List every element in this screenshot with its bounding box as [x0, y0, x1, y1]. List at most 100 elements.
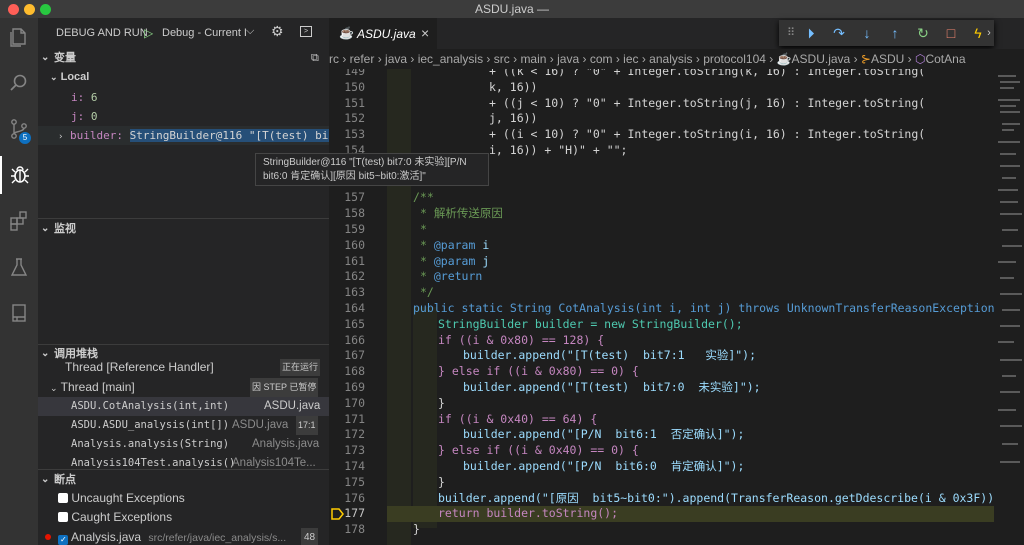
- javadoc-tag: @param: [433, 253, 476, 268]
- tab-label: ASDU.java: [357, 27, 416, 41]
- breakpoint-row[interactable]: Uncaught Exceptions: [38, 489, 329, 508]
- breakpoint-dot-icon: [45, 534, 51, 540]
- line-number: 162: [344, 269, 365, 284]
- frame-method: Analysis104Test.analysis(): [71, 457, 236, 468]
- breadcrumb-item[interactable]: ASDU: [871, 52, 904, 66]
- breadcrumb-item[interactable]: iec_analysis: [418, 52, 483, 66]
- chevron-down-icon[interactable]: ⌵: [246, 25, 254, 38]
- line-number: 171: [344, 411, 365, 426]
- debug-icon[interactable]: [0, 156, 38, 194]
- checkbox[interactable]: [58, 512, 68, 522]
- files-icon[interactable]: [0, 18, 38, 56]
- code-line: }: [438, 395, 445, 410]
- stack-frame[interactable]: ASDU.CotAnalysis(int,int) ASDU.java: [38, 397, 329, 416]
- debug-toolbar: ⠿ ⏵ ↷ ↓ ↑ ↻ □ ϟ ›: [779, 20, 994, 46]
- line-number: 168: [344, 364, 365, 379]
- stack-frame[interactable]: ASDU.ASDU_analysis(int[]) ASDU.java 17:1: [38, 416, 329, 435]
- search-icon[interactable]: [0, 64, 38, 102]
- thread-row[interactable]: ⌄ Thread [main] 因 STEP 已暂停: [38, 378, 329, 397]
- code-line: builder.append("[P/N bit6:1 否定确认]");: [463, 427, 745, 442]
- minimize-window-button[interactable]: [24, 4, 35, 15]
- activity-bar: 5: [0, 18, 38, 545]
- close-icon[interactable]: ×: [421, 25, 429, 41]
- breadcrumb-item[interactable]: rc: [329, 52, 339, 66]
- chevron-down-icon: ⌄: [41, 474, 50, 485]
- thread-state: 正在运行: [280, 359, 321, 376]
- step-into-icon[interactable]: ↓: [857, 23, 877, 43]
- flask-icon[interactable]: [0, 248, 38, 286]
- code-line: return builder.toString();: [438, 506, 619, 521]
- thread-row[interactable]: Thread [Reference Handler] 正在运行: [38, 359, 329, 376]
- line-number: 161: [344, 253, 365, 268]
- variable-row[interactable]: i: 6: [38, 88, 329, 107]
- minimap[interactable]: [994, 69, 1024, 545]
- current-statement-arrow-icon: [331, 508, 344, 520]
- breadcrumb-item[interactable]: src: [494, 52, 510, 66]
- chevron-right-icon[interactable]: ›: [984, 23, 994, 43]
- chevron-down-icon: ⌄: [41, 52, 50, 63]
- line-number: 164: [344, 301, 365, 315]
- tab-asdu-java[interactable]: ☕ ASDU.java ×: [329, 18, 437, 49]
- gear-icon[interactable]: ⚙: [271, 23, 284, 40]
- book-icon[interactable]: [0, 294, 38, 332]
- stop-icon[interactable]: □: [941, 23, 961, 43]
- variable-row[interactable]: › builder: StringBuilder@116 "[T(test) b…: [38, 126, 329, 145]
- breadcrumb-item[interactable]: CotAna: [925, 52, 965, 66]
- breakpoint-row[interactable]: ✓ Analysis.java src/refer/java/iec_analy…: [38, 528, 329, 545]
- checkbox[interactable]: [58, 493, 68, 503]
- close-window-button[interactable]: [8, 4, 19, 15]
- window-title: ASDU.java —: [474, 2, 550, 16]
- breadcrumb-item[interactable]: java: [385, 52, 407, 66]
- restart-icon[interactable]: ↻: [913, 23, 933, 43]
- breadcrumb-item[interactable]: refer: [350, 52, 375, 66]
- continue-icon[interactable]: ⏵: [801, 23, 821, 43]
- variable-name: j:: [71, 110, 85, 123]
- indent-guide: [387, 69, 411, 545]
- line-number: 163: [344, 285, 365, 300]
- code-line: */: [420, 285, 434, 300]
- line-number: 151: [344, 95, 365, 110]
- debug-config-select[interactable]: Debug - Current I: [162, 27, 247, 39]
- step-out-icon[interactable]: ↑: [885, 23, 905, 43]
- breakpoint-row[interactable]: Caught Exceptions: [38, 508, 329, 527]
- thread-name: Thread [main]: [60, 380, 135, 394]
- breadcrumb-item[interactable]: com: [590, 52, 613, 66]
- breadcrumb-item[interactable]: java: [557, 52, 579, 66]
- code-line: builder.append("[T(test) bit7:0 未实验]");: [463, 380, 761, 394]
- chevron-down-icon: ⌄: [41, 223, 50, 234]
- frame-line-badge: 17:1: [296, 416, 318, 435]
- breakpoints-section-header[interactable]: ⌄ 断点: [38, 470, 329, 490]
- drag-handle-icon[interactable]: ⠿: [781, 23, 801, 43]
- debug-console-icon[interactable]: >: [300, 26, 312, 37]
- tooltip-line: StringBuilder@116 "[T(test) bit7:0 未实验][…: [263, 157, 467, 168]
- thread-name: Thread [Reference Handler]: [65, 360, 214, 374]
- code-editor[interactable]: 149 150 151 152 153 154 155 156 157 158 …: [329, 69, 994, 545]
- source-control-icon[interactable]: 5: [0, 110, 38, 148]
- local-scope[interactable]: ⌄ Local: [38, 68, 329, 87]
- breakpoints-title: 断点: [54, 474, 76, 486]
- extensions-icon[interactable]: [0, 202, 38, 240]
- breadcrumb-item[interactable]: ASDU.java: [792, 52, 851, 66]
- breadcrumb-item[interactable]: analysis: [649, 52, 692, 66]
- variable-value: StringBuilder@116 "[T(test) bit7:0…: [129, 129, 329, 142]
- watch-section-header[interactable]: ⌄ 监视: [38, 219, 329, 239]
- comment-star: *: [420, 253, 434, 268]
- step-over-icon[interactable]: ↷: [829, 23, 849, 43]
- breadcrumb-item[interactable]: iec: [623, 52, 638, 66]
- stack-frame[interactable]: Analysis.analysis(String) Analysis.java: [38, 435, 329, 454]
- collapse-all-icon[interactable]: ⧉: [311, 48, 319, 68]
- line-number: 175: [344, 474, 365, 489]
- variable-row[interactable]: j: 0: [38, 107, 329, 126]
- source-control-badge: 5: [19, 132, 31, 144]
- line-number: 169: [344, 380, 365, 394]
- maximize-window-button[interactable]: [40, 4, 51, 15]
- start-debugging-icon[interactable]: ▷: [144, 26, 153, 40]
- variables-section-header[interactable]: ⌄ 变量 ⧉: [38, 48, 329, 68]
- stack-frame[interactable]: Analysis104Test.analysis() Analysis104Te…: [38, 454, 329, 468]
- breadcrumb-item[interactable]: protocol104: [703, 52, 766, 66]
- javadoc-param: i: [475, 237, 490, 252]
- line-number: 165: [344, 316, 365, 331]
- checkbox[interactable]: ✓: [58, 535, 69, 545]
- breadcrumb-item[interactable]: main: [520, 52, 546, 66]
- variable-name: builder:: [70, 129, 124, 142]
